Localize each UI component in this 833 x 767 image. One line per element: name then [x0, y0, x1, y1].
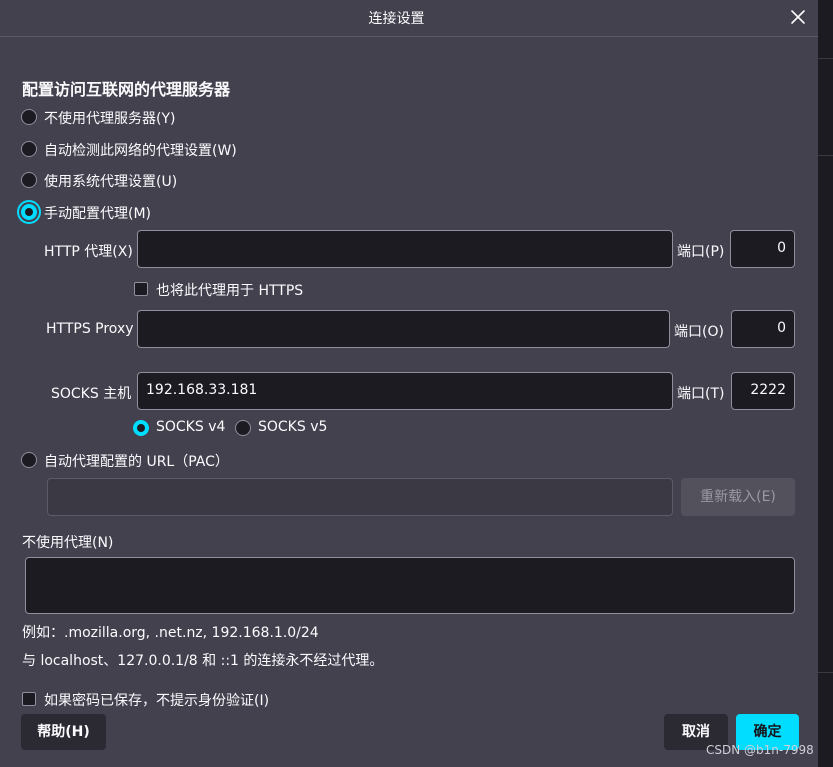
also-https-checkbox[interactable]: [134, 282, 148, 296]
https-proxy-label: HTTPS Proxy: [46, 321, 134, 337]
dialog-titlebar: 连接设置: [0, 0, 818, 37]
radio-auto-detect-label[interactable]: 自动检测此网络的代理设置(W): [44, 140, 237, 160]
radio-socks-v4[interactable]: [133, 420, 149, 436]
radio-socks-v5-label[interactable]: SOCKS v5: [258, 419, 327, 435]
pac-url-input[interactable]: [47, 478, 673, 516]
socks-host-input[interactable]: 192.168.33.181: [137, 372, 673, 410]
radio-pac-url-label[interactable]: 自动代理配置的 URL（PAC）: [44, 451, 229, 471]
radio-manual-proxy-label[interactable]: 手动配置代理(M): [44, 203, 151, 223]
https-port-input[interactable]: 0: [731, 310, 795, 348]
no-auth-prompt-label[interactable]: 如果密码已保存，不提示身份验证(I): [44, 690, 269, 710]
http-port-label: 端口(P): [677, 244, 725, 260]
no-proxy-note: 与 localhost、127.0.0.1/8 和 ::1 的连接永不经过代理。: [22, 653, 384, 669]
radio-manual-proxy[interactable]: [21, 204, 37, 220]
https-port-label: 端口(O): [674, 324, 724, 340]
section-heading: 配置访问互联网的代理服务器: [22, 80, 231, 99]
radio-socks-v4-label[interactable]: SOCKS v4: [156, 419, 225, 435]
radio-socks-v5[interactable]: [235, 420, 251, 436]
radio-system-proxy-label[interactable]: 使用系统代理设置(U): [44, 171, 177, 191]
reload-button[interactable]: 重新载入(E): [681, 478, 795, 516]
radio-auto-detect[interactable]: [21, 141, 37, 157]
background-divider: [818, 155, 833, 156]
radio-pac-url[interactable]: [21, 452, 37, 468]
radio-system-proxy[interactable]: [21, 172, 37, 188]
socks-port-label: 端口(T): [677, 386, 725, 402]
close-icon[interactable]: [787, 6, 809, 28]
socks-port-input[interactable]: 2222: [731, 372, 795, 410]
dialog-title: 连接设置: [368, 11, 425, 27]
connection-settings-dialog: 连接设置 配置访问互联网的代理服务器 不使用代理服务器(Y) 自动检测此网络的代…: [0, 0, 818, 767]
background-divider: [818, 58, 833, 59]
background-divider: [818, 672, 833, 673]
no-auth-prompt-checkbox[interactable]: [22, 692, 36, 706]
http-proxy-label: HTTP 代理(X): [44, 244, 133, 260]
radio-no-proxy-label[interactable]: 不使用代理服务器(Y): [44, 108, 175, 128]
https-proxy-input[interactable]: [137, 310, 670, 348]
no-proxy-example: 例如：.mozilla.org, .net.nz, 192.168.1.0/24: [22, 625, 319, 641]
no-proxy-textarea[interactable]: [25, 557, 795, 614]
http-port-input[interactable]: 0: [730, 230, 795, 268]
socks-host-label: SOCKS 主机: [51, 386, 132, 402]
also-https-label[interactable]: 也将此代理用于 HTTPS: [156, 280, 303, 300]
watermark: CSDN @b1n-7998: [706, 743, 814, 757]
no-proxy-label: 不使用代理(N): [22, 535, 114, 551]
radio-no-proxy[interactable]: [21, 109, 37, 125]
help-button[interactable]: 帮助(H): [21, 714, 106, 750]
background-window: [818, 0, 833, 767]
http-proxy-input[interactable]: [137, 230, 673, 268]
